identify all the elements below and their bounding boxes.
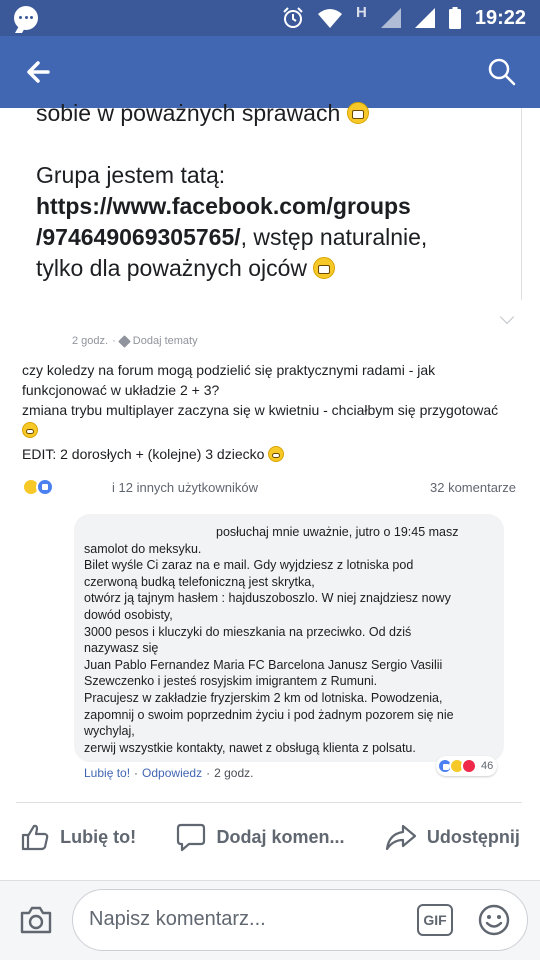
grimacing-emoji-icon bbox=[346, 102, 369, 124]
tag-icon bbox=[117, 334, 131, 348]
post-line: tylko dla poważnych ojców bbox=[36, 255, 308, 281]
battery-icon bbox=[448, 7, 461, 29]
comment-text: posłuchaj mnie uważnie, jutro o 19:45 ma… bbox=[84, 525, 459, 755]
shared-post-line: czy koledzy na forum mogą podzielić się … bbox=[22, 362, 436, 398]
share-arrow-icon bbox=[385, 824, 416, 851]
like-reaction-icon bbox=[36, 478, 54, 496]
separator: · bbox=[134, 766, 139, 780]
search-icon[interactable] bbox=[484, 54, 520, 90]
comment-like-link[interactable]: Lubię to! bbox=[84, 766, 130, 780]
group-link-continued[interactable]: /974649069305765/ bbox=[36, 224, 241, 250]
clock: 19:22 bbox=[474, 6, 526, 29]
speech-bubble-icon bbox=[177, 823, 206, 852]
group-link[interactable]: https://www.facebook.com/groups bbox=[36, 193, 411, 219]
sad-reaction-icon bbox=[461, 758, 477, 774]
post-line: , wstęp naturalnie, bbox=[240, 224, 428, 250]
grimacing-emoji-icon bbox=[313, 257, 336, 279]
comment-placeholder: Napisz komentarz... bbox=[89, 908, 266, 930]
camera-icon[interactable] bbox=[18, 902, 54, 938]
post-action-bar: Lubię to! Dodaj komen... Udostępnij bbox=[0, 808, 540, 866]
comment-label: Dodaj komen... bbox=[216, 826, 345, 847]
comment-input[interactable]: Napisz komentarz... GIF bbox=[72, 889, 528, 951]
post-line: Grupa jestem tatą: bbox=[36, 162, 226, 188]
gif-icon[interactable]: GIF bbox=[417, 904, 453, 936]
comment-reply-link[interactable]: Odpowiedz bbox=[142, 766, 202, 780]
signal-icon bbox=[380, 8, 401, 28]
share-button[interactable]: Udostępnij bbox=[365, 808, 540, 866]
shared-post-body: czy koledzy na forum mogą podzielić się … bbox=[22, 360, 502, 464]
reactions-summary[interactable]: i 12 innych użytkowników 32 komentarze bbox=[22, 478, 516, 498]
comment-reaction-count: 46 bbox=[481, 760, 494, 772]
arrow-left-icon[interactable] bbox=[20, 54, 56, 90]
comment-button[interactable]: Dodaj komen... bbox=[156, 808, 364, 866]
comment-reactions[interactable]: 46 bbox=[436, 756, 498, 776]
divider bbox=[521, 108, 522, 300]
signal-icon-2 bbox=[414, 8, 435, 28]
like-label: Lubię to! bbox=[60, 826, 137, 847]
chevron-down-icon[interactable] bbox=[499, 309, 515, 325]
comment-time: 2 godz. bbox=[214, 766, 254, 780]
winking-emoji-icon bbox=[22, 422, 38, 438]
messenger-icon bbox=[14, 6, 38, 30]
separator: · bbox=[206, 766, 211, 780]
shared-post-meta: 2 godz. · Dodaj tematy bbox=[72, 334, 198, 348]
shared-post-line: EDIT: 2 dorosłych + (kolejne) 3 dziecko bbox=[22, 446, 265, 462]
comment-actions: Lubię to! · Odpowiedz · 2 godz. bbox=[84, 766, 253, 780]
like-button[interactable]: Lubię to! bbox=[0, 808, 156, 866]
network-type: H bbox=[356, 3, 367, 21]
reactions-others[interactable]: i 12 innych użytkowników bbox=[112, 480, 258, 495]
shared-post-line: zmiana trybu multiplayer zaczyna się w k… bbox=[22, 402, 499, 418]
comments-count[interactable]: 32 komentarze bbox=[430, 480, 516, 495]
add-topics-link[interactable]: Dodaj tematy bbox=[133, 335, 198, 347]
alarm-icon bbox=[283, 7, 303, 28]
post-line: sobie w poważnych sprawach bbox=[36, 100, 341, 126]
wifi-icon bbox=[318, 9, 342, 28]
thumbs-up-icon bbox=[22, 824, 49, 851]
status-bar: H 19:22 bbox=[0, 0, 540, 36]
winking-emoji-icon bbox=[268, 446, 285, 462]
smiley-icon[interactable] bbox=[477, 903, 511, 937]
divider bbox=[16, 802, 522, 803]
post-body: sobie w poważnych sprawach Grupa jestem … bbox=[36, 98, 516, 284]
shared-post-time: 2 godz. bbox=[72, 335, 109, 347]
share-label: Udostępnij bbox=[426, 826, 520, 847]
